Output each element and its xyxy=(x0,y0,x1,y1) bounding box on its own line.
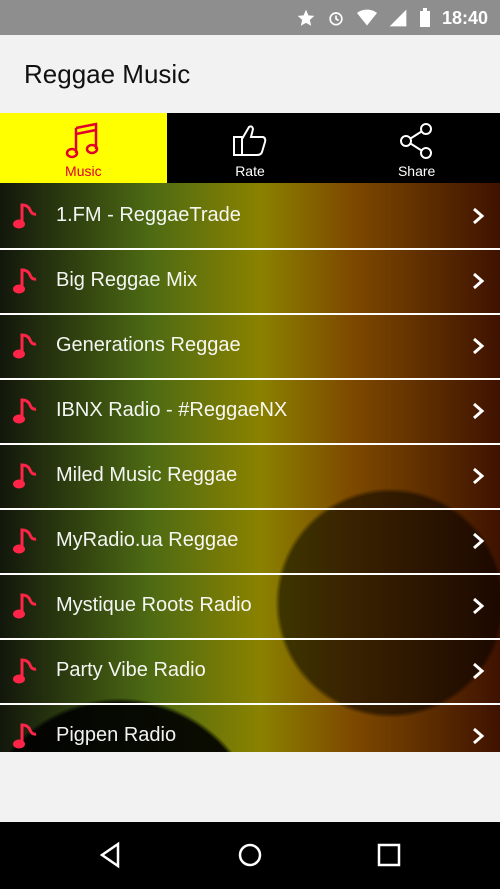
alarm-icon xyxy=(329,12,343,26)
music-note-icon xyxy=(13,397,37,423)
status-bar: 18:40 xyxy=(0,0,500,35)
station-name: Miled Music Reggae xyxy=(56,464,238,486)
chevron-right-icon xyxy=(473,207,485,224)
tab-music-label: Music xyxy=(65,163,102,179)
station-name: MyRadio.ua Reggae xyxy=(56,529,239,551)
music-note-icon xyxy=(13,722,37,748)
music-note-icon xyxy=(13,527,37,553)
station-name: 1.FM - ReggaeTrade xyxy=(56,204,241,226)
thumbs-up-icon xyxy=(232,125,267,156)
music-note-icon xyxy=(13,202,37,228)
station-row[interactable]: 1.FM - ReggaeTrade xyxy=(0,183,500,250)
system-nav-bar xyxy=(0,822,500,889)
chevron-right-icon xyxy=(473,727,485,744)
station-row[interactable]: Big Reggae Mix xyxy=(0,248,500,315)
list-footer-space xyxy=(0,752,500,822)
music-note-icon xyxy=(13,657,37,683)
chevron-right-icon xyxy=(473,272,485,289)
station-name: Big Reggae Mix xyxy=(56,269,198,291)
battery-icon xyxy=(419,8,430,27)
station-row[interactable]: Mystique Roots Radio xyxy=(0,573,500,640)
share-icon xyxy=(399,123,432,159)
tab-bar: Music Rate Share xyxy=(0,113,500,183)
station-name: Party Vibe Radio xyxy=(56,659,206,681)
chevron-right-icon xyxy=(473,467,485,484)
music-notes-icon xyxy=(66,122,99,159)
status-icons: 18:40 xyxy=(296,6,488,30)
music-note-icon xyxy=(13,332,37,358)
station-row[interactable]: Miled Music Reggae xyxy=(0,443,500,510)
station-name: Pigpen Radio xyxy=(56,724,177,746)
cell-signal-icon xyxy=(389,9,407,27)
app-bar: Reggae Music xyxy=(0,35,500,113)
app-title: Reggae Music xyxy=(24,59,191,89)
station-name: Mystique Roots Radio xyxy=(56,594,252,616)
tab-share[interactable]: Share xyxy=(333,113,500,183)
station-row[interactable]: Party Vibe Radio xyxy=(0,638,500,705)
music-note-icon xyxy=(13,462,37,488)
chevron-right-icon xyxy=(473,337,485,354)
chevron-right-icon xyxy=(473,662,485,679)
chevron-right-icon xyxy=(473,532,485,549)
home-icon[interactable] xyxy=(235,840,265,870)
star-icon xyxy=(297,9,315,26)
station-row[interactable]: MyRadio.ua Reggae xyxy=(0,508,500,575)
tab-rate[interactable]: Rate xyxy=(167,113,334,183)
chevron-right-icon xyxy=(473,597,485,614)
status-time: 18:40 xyxy=(441,7,488,28)
tab-rate-label: Rate xyxy=(235,163,265,179)
station-list: 1.FM - ReggaeTrade Big Reggae Mix Genera… xyxy=(0,183,500,752)
station-name: IBNX Radio - #ReggaeNX xyxy=(56,399,288,421)
music-note-icon xyxy=(13,592,37,618)
chevron-right-icon xyxy=(473,402,485,419)
music-note-icon xyxy=(13,267,37,293)
recents-icon[interactable] xyxy=(374,840,404,870)
station-row[interactable]: Generations Reggae xyxy=(0,313,500,380)
station-row[interactable]: Pigpen Radio xyxy=(0,703,500,752)
wifi-icon xyxy=(356,9,377,26)
back-icon[interactable] xyxy=(96,840,126,870)
station-row[interactable]: IBNX Radio - #ReggaeNX xyxy=(0,378,500,445)
station-name: Generations Reggae xyxy=(56,334,241,356)
tab-music[interactable]: Music xyxy=(0,113,167,183)
tab-share-label: Share xyxy=(397,163,436,179)
